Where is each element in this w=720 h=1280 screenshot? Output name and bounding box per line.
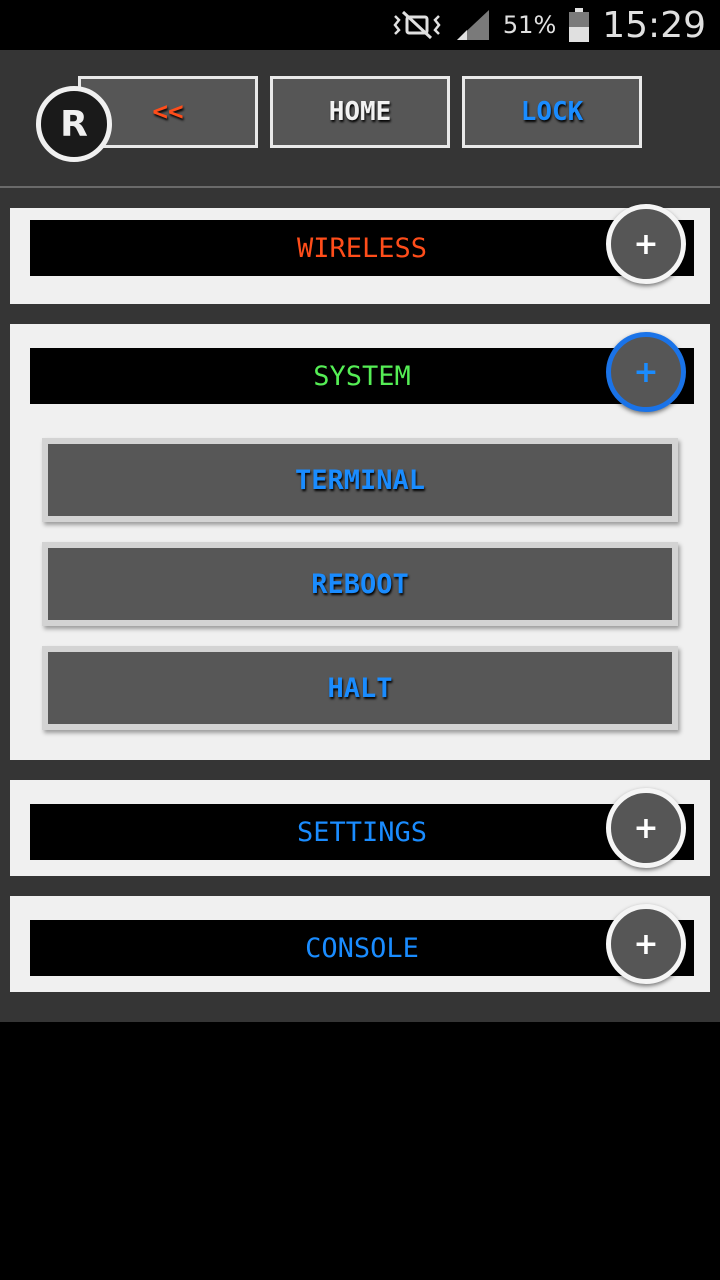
wireless-title: WIRELESS [296, 232, 428, 264]
section-wireless: WIRELESS + [10, 204, 710, 304]
system-expand-button[interactable]: + [606, 332, 686, 412]
console-header[interactable]: CONSOLE [30, 920, 694, 976]
settings-header[interactable]: SETTINGS [30, 804, 694, 860]
section-settings: SETTINGS + [10, 780, 710, 876]
plus-icon: + [633, 354, 659, 390]
terminal-button[interactable]: TERMINAL [42, 438, 678, 522]
plus-icon: + [633, 226, 659, 262]
home-button[interactable]: HOME [270, 76, 450, 148]
plus-icon: + [633, 810, 659, 846]
lock-button[interactable]: LOCK [462, 76, 642, 148]
console-expand-button[interactable]: + [606, 904, 686, 984]
system-title: SYSTEM [313, 360, 411, 392]
section-system: SYSTEM + TERMINAL REBOOT HALT [10, 324, 710, 760]
reboot-button[interactable]: REBOOT [42, 542, 678, 626]
battery-icon [569, 8, 590, 42]
top-toolbar: << HOME LOCK R [0, 50, 720, 188]
app-screen: << HOME LOCK R WIRELESS + SYSTEM + TERMI… [0, 50, 720, 1022]
settings-title: SETTINGS [296, 816, 428, 848]
status-time: 15:29 [602, 4, 706, 46]
mute-vibrate-icon [393, 10, 441, 40]
settings-expand-button[interactable]: + [606, 788, 686, 868]
system-header[interactable]: SYSTEM [30, 348, 694, 404]
section-console: CONSOLE + [10, 896, 710, 992]
console-title: CONSOLE [305, 932, 419, 964]
plus-icon: + [633, 926, 659, 962]
wireless-header[interactable]: WIRELESS [30, 220, 694, 276]
logo-letter: R [60, 103, 88, 145]
halt-button[interactable]: HALT [42, 646, 678, 730]
wireless-expand-button[interactable]: + [606, 204, 686, 284]
status-icons: 51% 15:29 [391, 0, 706, 50]
status-bar: 51% 15:29 [0, 0, 720, 50]
app-logo: R [36, 86, 112, 162]
signal-icon [456, 10, 489, 40]
battery-percent: 51% [502, 11, 557, 39]
